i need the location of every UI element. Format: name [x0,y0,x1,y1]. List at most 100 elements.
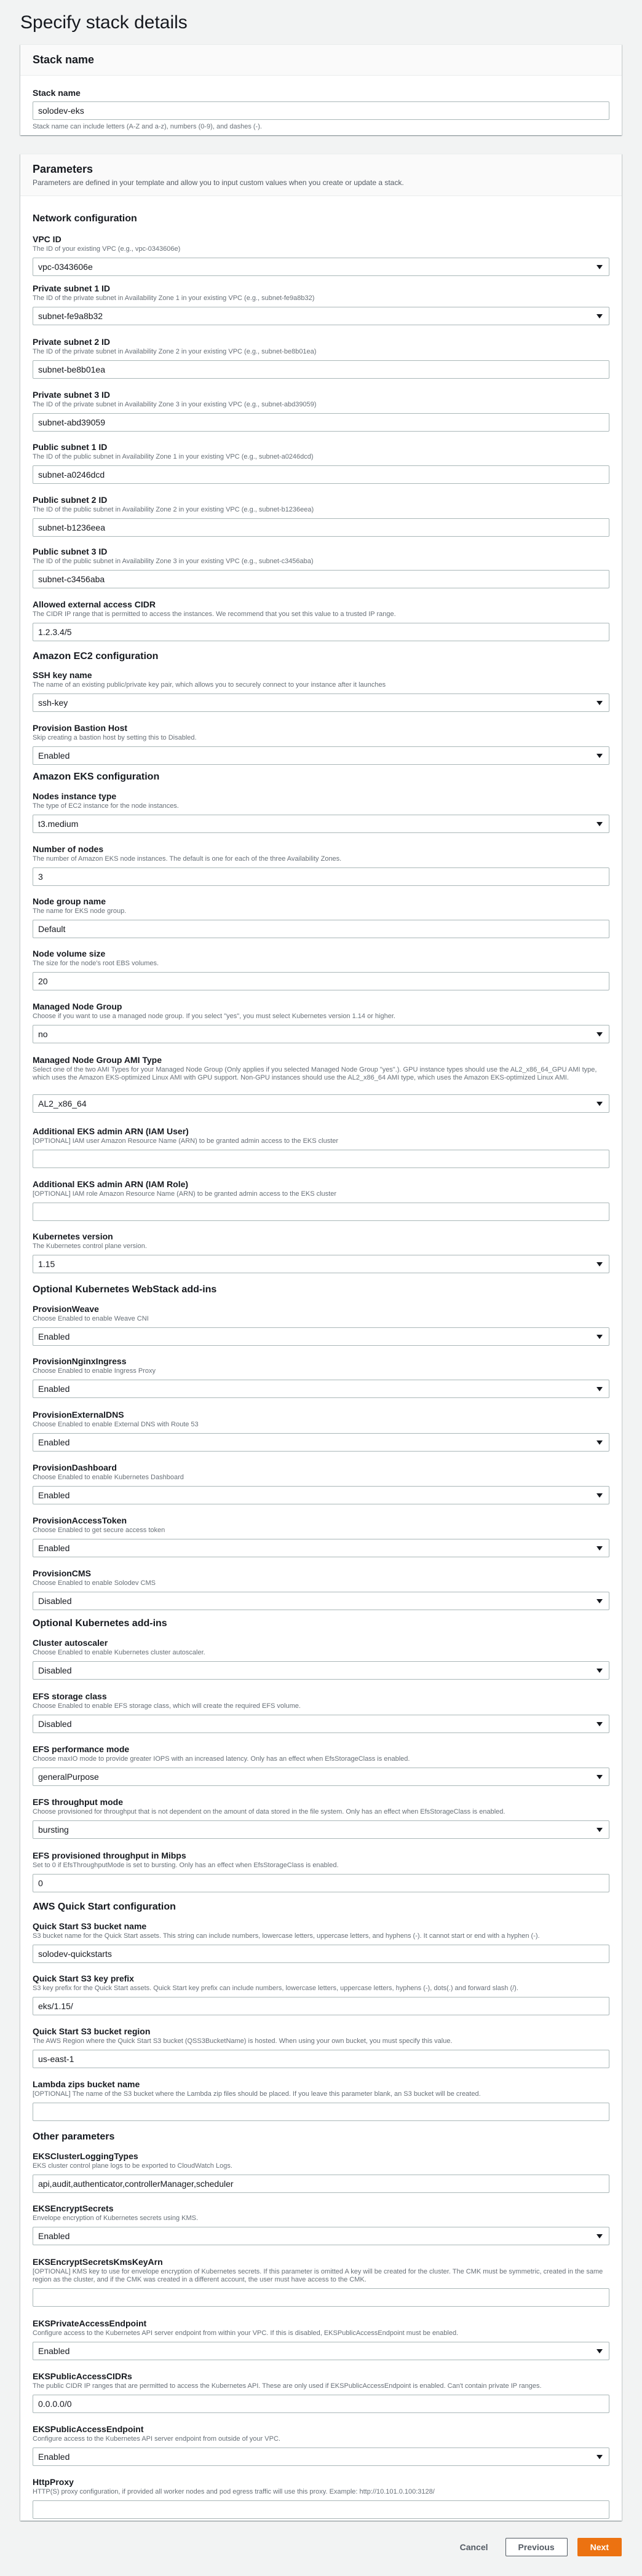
parameter-input[interactable] [33,972,609,990]
next-button[interactable]: Next [577,2538,622,2556]
parameter-select[interactable]: Disabled [33,1715,609,1733]
previous-button[interactable]: Previous [505,2538,568,2556]
parameter-input[interactable] [33,1150,609,1168]
parameter-description: Choose Enabled to enable Kubernetes clus… [33,1649,205,1656]
parameter-input[interactable] [33,920,609,938]
parameter-select[interactable]: no [33,1025,609,1043]
parameter-input[interactable] [33,570,609,588]
parameter-label: Public subnet 2 ID [33,495,108,505]
parameter-selected-value: Enabled [38,2231,70,2241]
stack-name-input[interactable] [33,101,609,120]
parameter-field: EKSPublicAccessEndpoint Configure access … [33,2424,609,2466]
parameter-label: ProvisionNginxIngress [33,1356,127,1366]
parameter-selected-value: Enabled [38,1384,70,1394]
parameter-label: Allowed external access CIDR [33,599,156,609]
parameter-input[interactable] [33,360,609,379]
parameter-label: Quick Start S3 bucket name [33,1921,147,1931]
caret-down-icon [596,701,603,705]
parameter-input[interactable] [33,2288,609,2307]
parameter-field: Additional EKS admin ARN (IAM User) [OPTI… [33,1126,609,1168]
parameter-input[interactable] [33,2103,609,2121]
caret-down-icon [596,1387,603,1391]
parameter-select[interactable]: Enabled [33,1380,609,1398]
parameter-select[interactable]: subnet-fe9a8b32 [33,307,609,325]
parameter-label: Provision Bastion Host [33,723,128,733]
parameter-select[interactable]: 1.15 [33,1255,609,1273]
parameter-input[interactable] [33,623,609,641]
parameter-select[interactable]: Enabled [33,2448,609,2466]
parameter-input[interactable] [33,1874,609,1892]
section-heading-ec2: Amazon EC2 configuration [33,651,159,662]
parameter-field: Lambda zips bucket name [OPTIONAL] The na… [33,2079,609,2121]
parameter-field: Public subnet 2 ID The ID of the public s… [33,495,609,537]
parameter-field: EKSEncryptSecrets Envelope encryption of … [33,2203,609,2245]
parameter-select[interactable]: Disabled [33,1592,609,1610]
parameter-select[interactable]: Enabled [33,2227,609,2245]
parameters-panel: Parameters Parameters are defined in you… [20,154,622,2521]
caret-down-icon [596,1722,603,1726]
parameter-select[interactable]: Enabled [33,1539,609,1557]
section-heading-quickstart: AWS Quick Start configuration [33,1902,176,1912]
page: Specify stack details Stack name Stack n… [0,0,642,2576]
parameter-input[interactable] [33,1203,609,1221]
parameter-label: Public subnet 1 ID [33,442,108,452]
parameter-select[interactable]: Disabled [33,1661,609,1680]
parameter-label: ProvisionCMS [33,1568,91,1578]
parameter-input[interactable] [33,413,609,432]
parameter-select[interactable]: Enabled [33,1486,609,1504]
parameter-field: Managed Node Group Choose if you want to … [33,1002,609,1043]
parameter-select[interactable]: Enabled [33,1327,609,1346]
parameter-description: Select one of the two AMI Types for your… [33,1066,597,1081]
parameter-label: Additional EKS admin ARN (IAM Role) [33,1179,189,1189]
parameter-field: Node group name The name for EKS node gro… [33,896,609,938]
parameter-description: Choose maxIO mode to provide greater IOP… [33,1755,410,1763]
caret-down-icon [596,1775,603,1779]
parameter-label: Lambda zips bucket name [33,2079,140,2089]
caret-down-icon [596,1828,603,1832]
parameter-description: EKS cluster control plane logs to be exp… [33,2162,232,2170]
parameter-selected-value: no [38,1029,48,1039]
parameter-select[interactable]: Enabled [33,1433,609,1452]
section-heading-network: Network configuration [33,213,137,224]
parameters-panel-header: Parameters Parameters are defined in you… [20,154,622,196]
parameter-input[interactable] [33,2395,609,2413]
stack-name-hint: Stack name can include letters (A-Z and … [33,123,262,130]
parameter-label: Kubernetes version [33,1231,113,1241]
parameter-input[interactable] [33,2050,609,2068]
parameter-field: Number of nodes The number of Amazon EKS … [33,844,609,886]
section-heading-addins: Optional Kubernetes add-ins [33,1618,167,1629]
parameter-input[interactable] [33,465,609,484]
stack-name-field: Stack name Stack name can include letter… [33,88,609,130]
parameter-label: Number of nodes [33,844,104,854]
parameter-input[interactable] [33,1945,609,1963]
parameter-input[interactable] [33,2500,609,2519]
parameter-select[interactable]: AL2_x86_64 [33,1094,609,1113]
parameter-description: [OPTIONAL] The name of the S3 bucket whe… [33,2090,481,2098]
stack-name-panel-title: Stack name [33,53,95,66]
parameter-selected-value: Enabled [38,2346,70,2356]
cancel-button[interactable]: Cancel [453,2538,496,2556]
parameter-input[interactable] [33,518,609,537]
parameter-select[interactable]: Enabled [33,2342,609,2360]
parameter-description: S3 key prefix for the Quick Start assets… [33,1985,518,1992]
parameter-input[interactable] [33,867,609,886]
caret-down-icon [596,2234,603,2238]
parameter-label: Quick Start S3 key prefix [33,1973,134,1983]
parameter-input[interactable] [33,2175,609,2193]
parameter-select[interactable]: vpc-0343606e [33,258,609,276]
parameter-select[interactable]: ssh-key [33,693,609,712]
parameter-label: Node group name [33,896,106,906]
parameter-select[interactable]: bursting [33,1820,609,1839]
parameter-selected-value: Enabled [38,1490,70,1500]
parameter-field: Quick Start S3 bucket region The AWS Regi… [33,2026,609,2068]
parameter-description: The ID of the private subnet in Availabi… [33,401,317,408]
parameter-select[interactable]: Enabled [33,746,609,765]
parameter-input[interactable] [33,1997,609,2015]
parameter-field: EKSClusterLoggingTypes EKS cluster contro… [33,2151,609,2193]
parameter-select[interactable]: t3.medium [33,815,609,833]
parameter-label: Managed Node Group [33,1002,122,1011]
parameters-panel-title: Parameters [33,163,93,175]
parameter-field: ProvisionNginxIngress Choose Enabled to e… [33,1356,609,1398]
parameter-field: EFS storage class Choose Enabled to enabl… [33,1691,609,1733]
parameter-select[interactable]: generalPurpose [33,1768,609,1786]
